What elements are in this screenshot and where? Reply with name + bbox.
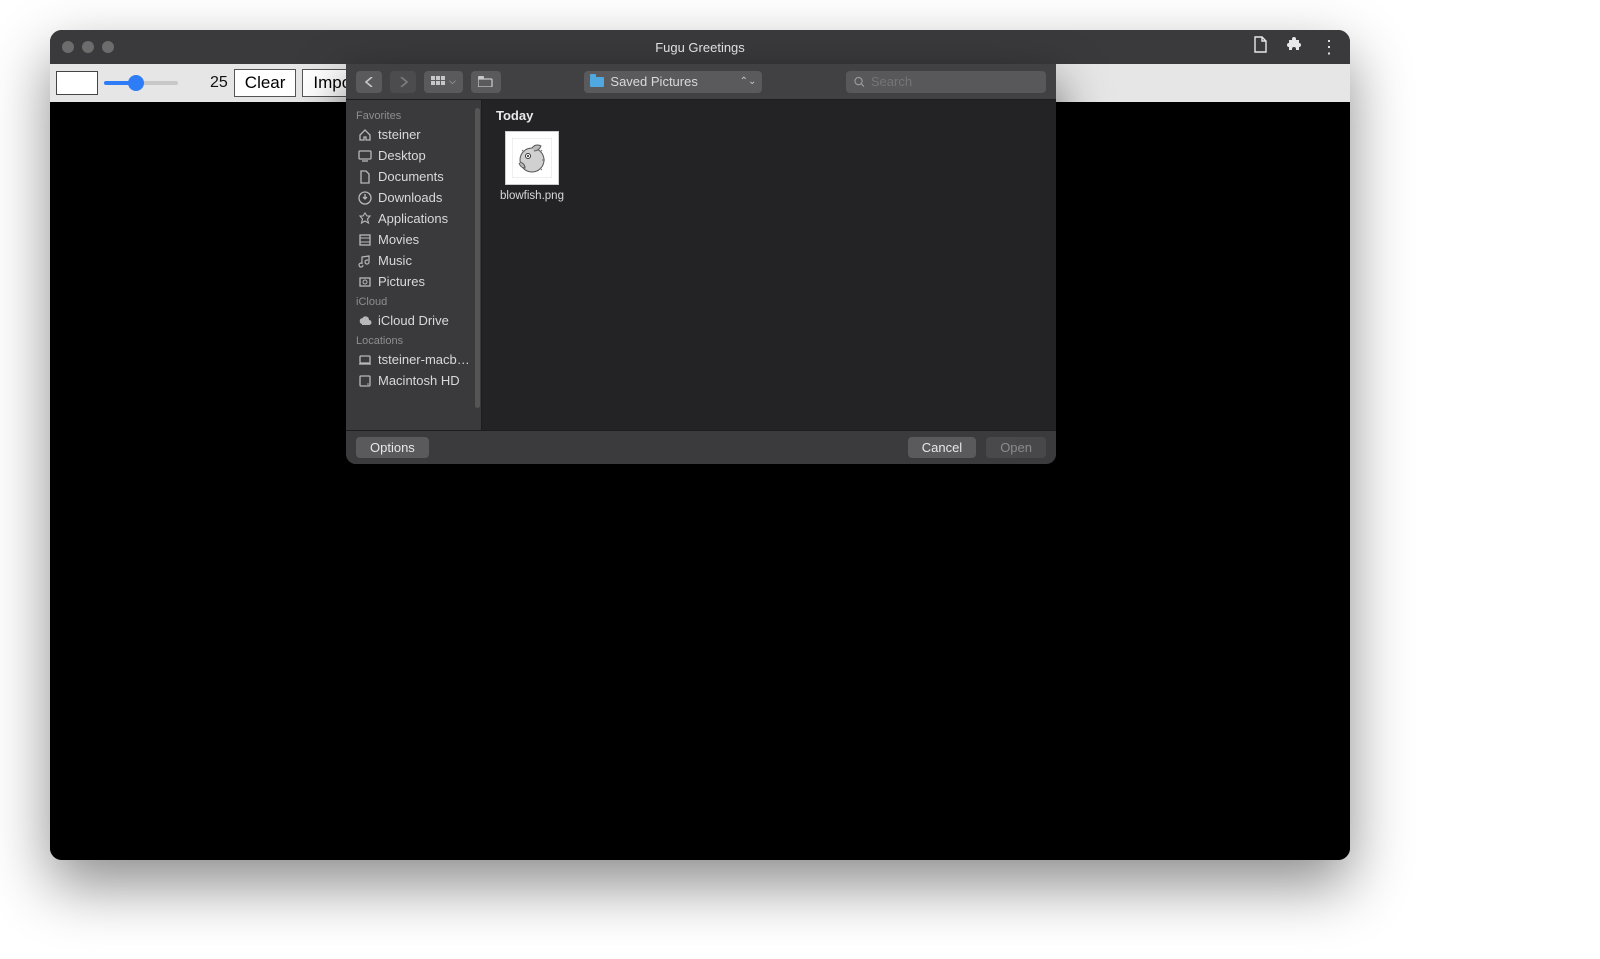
sidebar-item-label: Downloads — [378, 190, 442, 205]
search-input[interactable] — [871, 74, 1038, 89]
sidebar-item[interactable]: Documents — [346, 166, 481, 187]
sidebar-item-label: Pictures — [378, 274, 425, 289]
sidebar-item-label: Documents — [378, 169, 444, 184]
laptop-icon — [358, 353, 372, 367]
group-button[interactable] — [471, 71, 501, 93]
sidebar-item-label: iCloud Drive — [378, 313, 449, 328]
view-mode-button[interactable]: ⌵ — [424, 71, 463, 93]
chevron-updown-icon: ⌃⌄ — [740, 76, 757, 87]
pictures-icon — [358, 275, 372, 289]
sidebar-item[interactable]: Pictures — [346, 271, 481, 292]
dialog-sidebar: Favorites tsteiner Desktop Documents Downloa… — [346, 100, 482, 430]
sidebar-item-label: Movies — [378, 232, 419, 247]
doc-icon — [358, 170, 372, 184]
sidebar-item[interactable]: Desktop — [346, 145, 481, 166]
sidebar-item[interactable]: Downloads — [346, 187, 481, 208]
brush-size-slider[interactable] — [104, 81, 202, 85]
dialog-toolbar: ⌵ Saved Pictures ⌃⌄ — [346, 64, 1056, 100]
nav-forward-button[interactable] — [390, 71, 416, 93]
sidebar-item-label: Desktop — [378, 148, 426, 163]
home-icon — [358, 128, 372, 142]
location-dropdown[interactable]: Saved Pictures ⌃⌄ — [584, 71, 762, 93]
sidebar-item-label: Macintosh HD — [378, 373, 460, 388]
cloud-icon — [358, 314, 372, 328]
search-icon — [854, 76, 865, 88]
titlebar: Fugu Greetings ⋮ — [50, 30, 1350, 64]
sidebar-item-label: tsteiner-macb… — [378, 352, 470, 367]
sidebar-item[interactable]: Macintosh HD — [346, 370, 481, 391]
options-button[interactable]: Options — [356, 437, 429, 458]
sidebar-section-header: Locations — [346, 331, 481, 349]
brush-size-value: 25 — [210, 74, 228, 92]
sidebar-section-header: Favorites — [346, 106, 481, 124]
app-window: Fugu Greetings ⋮ 25 Clear Import Export — [50, 30, 1350, 860]
sidebar-item[interactable]: Movies — [346, 229, 481, 250]
nav-back-button[interactable] — [356, 71, 382, 93]
sidebar-item-label: tsteiner — [378, 127, 421, 142]
apps-icon — [358, 212, 372, 226]
folder-icon — [590, 77, 604, 87]
download-icon — [358, 191, 372, 205]
chevron-down-icon: ⌵ — [449, 76, 456, 87]
file-item[interactable]: blowfish.png — [496, 131, 568, 202]
location-label: Saved Pictures — [610, 74, 697, 89]
sidebar-item-label: Music — [378, 253, 412, 268]
desktop-icon — [358, 149, 372, 163]
sidebar-item-label: Applications — [378, 211, 448, 226]
sidebar-item[interactable]: Applications — [346, 208, 481, 229]
file-browser[interactable]: Today blowfish.png — [482, 100, 1056, 430]
sidebar-section-header: iCloud — [346, 292, 481, 310]
music-icon — [358, 254, 372, 268]
open-button[interactable]: Open — [986, 437, 1046, 458]
search-field[interactable] — [846, 71, 1046, 93]
color-swatch[interactable] — [56, 71, 98, 95]
sidebar-item[interactable]: tsteiner-macb… — [346, 349, 481, 370]
file-thumbnail — [505, 131, 559, 185]
movies-icon — [358, 233, 372, 247]
disk-icon — [358, 374, 372, 388]
sidebar-item[interactable]: tsteiner — [346, 124, 481, 145]
file-name: blowfish.png — [496, 190, 568, 202]
cancel-button[interactable]: Cancel — [908, 437, 976, 458]
clear-button[interactable]: Clear — [234, 69, 297, 97]
sidebar-item[interactable]: Music — [346, 250, 481, 271]
group-heading: Today — [496, 108, 1042, 123]
scrollbar[interactable] — [475, 108, 480, 408]
file-open-dialog: ⌵ Saved Pictures ⌃⌄ Favorites tsteiner Des… — [346, 64, 1056, 464]
dialog-footer: Options Cancel Open — [346, 430, 1056, 464]
window-title: Fugu Greetings — [50, 40, 1350, 55]
sidebar-item[interactable]: iCloud Drive — [346, 310, 481, 331]
